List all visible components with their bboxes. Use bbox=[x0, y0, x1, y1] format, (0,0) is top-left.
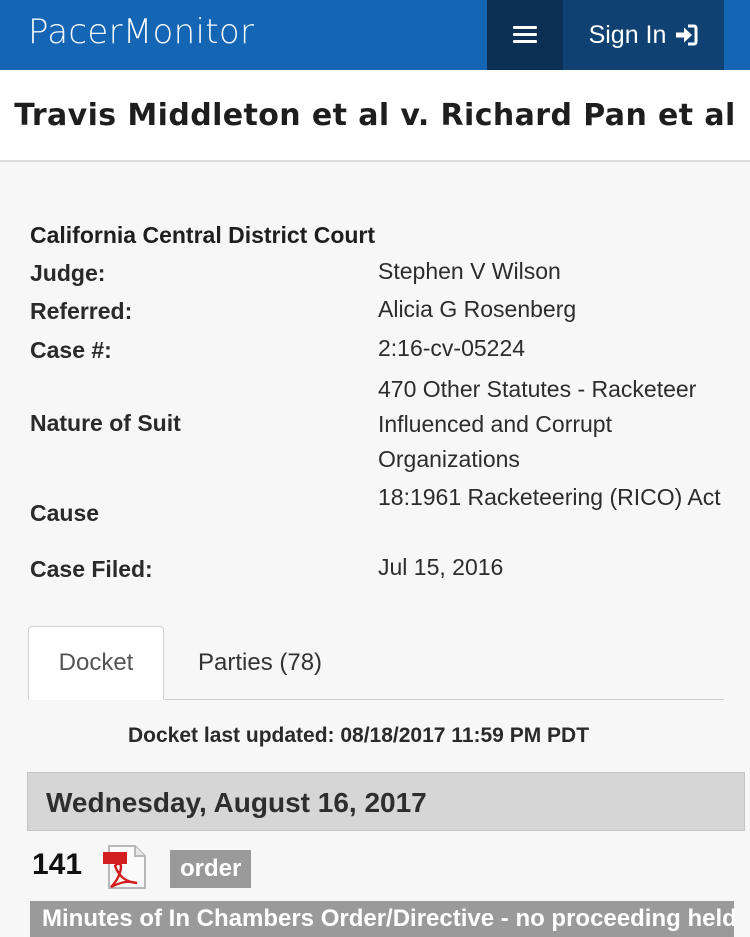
docket-last-updated: Docket last updated: 08/18/2017 11:59 PM… bbox=[128, 724, 590, 747]
docket-entry-number: 141 bbox=[32, 848, 83, 881]
court-name: California Central District Court bbox=[30, 222, 376, 248]
case-title: Travis Middleton et al v. Richard Pan et… bbox=[14, 97, 736, 133]
judge-value: Stephen V Wilson bbox=[378, 258, 561, 284]
cause-value: 18:1961 Racketeering (RICO) Act bbox=[378, 484, 721, 510]
judge-label: Judge: bbox=[30, 260, 106, 286]
sign-in-label: Sign In bbox=[588, 20, 667, 49]
docket-date: Wednesday, August 16, 2017 bbox=[46, 787, 427, 818]
top-navbar: PacerMonitor Sign In bbox=[0, 0, 750, 70]
tab-parties[interactable]: Parties (78) bbox=[198, 626, 322, 700]
hamburger-menu-icon bbox=[513, 26, 537, 44]
docket-date-header: Wednesday, August 16, 2017 bbox=[27, 772, 745, 831]
case-number-value: 2:16-cv-05224 bbox=[378, 335, 526, 361]
case-tabs: Docket Parties (78) bbox=[28, 626, 724, 700]
tab-docket[interactable]: Docket bbox=[28, 626, 164, 700]
case-number-label: Case #: bbox=[30, 337, 112, 363]
cause-label: Cause bbox=[30, 500, 100, 526]
referred-label: Referred: bbox=[30, 298, 133, 324]
sign-in-button[interactable]: Sign In bbox=[563, 0, 724, 70]
case-title-band: Travis Middleton et al v. Richard Pan et… bbox=[0, 70, 750, 162]
pdf-icon[interactable] bbox=[103, 844, 151, 890]
docket-entry-tag: order bbox=[170, 850, 252, 888]
case-filed-value: Jul 15, 2016 bbox=[378, 554, 504, 580]
referred-value: Alicia G Rosenberg bbox=[378, 296, 577, 322]
menu-button[interactable] bbox=[487, 0, 563, 70]
docket-entry-description[interactable]: Minutes of In Chambers Order/Directive -… bbox=[30, 901, 734, 937]
nature-of-suit-value: 470 Other Statutes - Racketeer Influence… bbox=[378, 376, 697, 472]
case-filed-label: Case Filed: bbox=[30, 556, 153, 582]
nature-of-suit-label: Nature of Suit bbox=[30, 410, 181, 436]
sign-in-arrow-icon bbox=[676, 24, 698, 46]
brand-logo[interactable]: PacerMonitor bbox=[28, 12, 254, 52]
